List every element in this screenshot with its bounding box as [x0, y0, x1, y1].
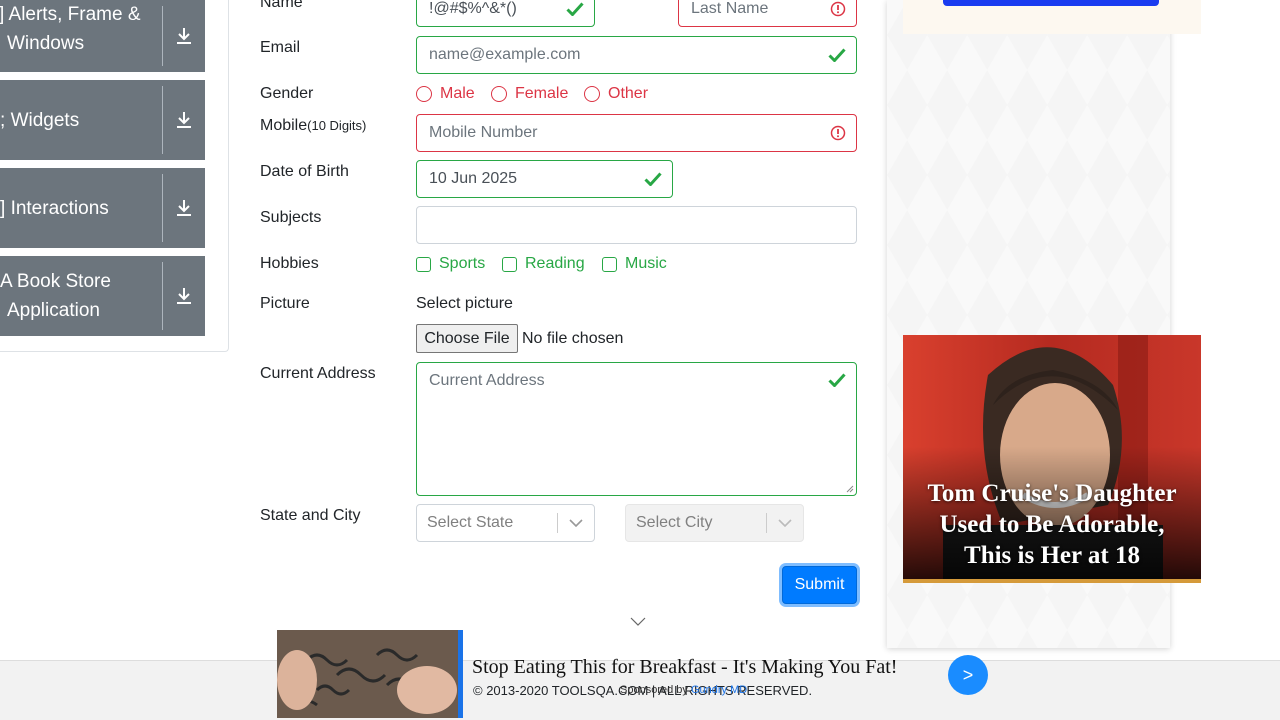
- left-sidebar: ] Alerts, Frame & Windows ; Widgets ] In…: [0, 0, 229, 352]
- bottom-ad-go-button[interactable]: >: [948, 655, 988, 695]
- hobby-reading-label[interactable]: Reading: [525, 255, 585, 273]
- bottom-ad-headline[interactable]: Stop Eating This for Breakfast - It's Ma…: [472, 656, 897, 679]
- sidebar-group-book-store-text2: Application: [7, 300, 100, 321]
- dob-input[interactable]: 10 Jun 2025: [416, 160, 673, 198]
- sidebar-group-book-store-label: A Book Store Application: [0, 267, 162, 325]
- radio-circle[interactable]: [416, 86, 432, 102]
- name-label: Name: [260, 0, 303, 11]
- top-ad-button[interactable]: [943, 0, 1159, 6]
- sidebar-group-alerts-text2: Windows: [7, 33, 85, 54]
- hobby-reading-checkbox[interactable]: Reading: [502, 255, 585, 273]
- error-icon: [830, 125, 846, 141]
- email-label: Email: [260, 39, 301, 56]
- sidebar-group-interactions-prefix: ]: [0, 197, 11, 219]
- mobile-input[interactable]: Mobile Number: [416, 114, 857, 152]
- download-icon[interactable]: [163, 287, 205, 305]
- dob-label: Date of Birth: [260, 163, 349, 180]
- checkbox-box[interactable]: [602, 256, 617, 272]
- dob-value: 10 Jun 2025: [429, 170, 518, 187]
- hobbies-label: Hobbies: [260, 255, 319, 272]
- chevron-down-icon[interactable]: [767, 519, 803, 527]
- state-city-label: State and City: [260, 507, 361, 524]
- sidebar-group-book-store-prefix: A: [0, 271, 17, 292]
- gender-other-radio[interactable]: Other: [584, 85, 648, 103]
- sidebar-group-widgets-text: Widgets: [10, 109, 80, 131]
- photo-ad-caption: Tom Cruise's Daughter Used to Be Adorabl…: [927, 480, 1177, 569]
- sidebar-group-interactions-text: Interactions: [10, 197, 109, 219]
- state-select[interactable]: Select State: [416, 504, 595, 542]
- error-icon: [830, 1, 846, 17]
- checkbox-box[interactable]: [416, 256, 431, 272]
- download-icon[interactable]: [163, 111, 205, 129]
- city-select[interactable]: Select City: [625, 504, 804, 542]
- sponsored-text: Sponsored by Gundry MD: [620, 684, 747, 696]
- email-input[interactable]: name@example.com: [416, 36, 857, 74]
- hobby-sports-label[interactable]: Sports: [439, 255, 485, 273]
- radio-circle[interactable]: [584, 86, 600, 102]
- mobile-placeholder: Mobile Number: [429, 124, 538, 141]
- current-address-label: Current Address: [260, 365, 376, 382]
- email-placeholder: name@example.com: [429, 46, 581, 63]
- no-file-text: No file chosen: [522, 330, 624, 347]
- check-icon: [828, 373, 846, 387]
- city-placeholder: Select City: [636, 514, 713, 531]
- sponsor-name[interactable]: Gundry MD: [691, 684, 747, 696]
- gender-other-label[interactable]: Other: [608, 85, 648, 103]
- check-icon: [828, 48, 846, 62]
- gender-female-label[interactable]: Female: [515, 85, 568, 103]
- current-address-placeholder: Current Address: [429, 372, 545, 389]
- sidebar-group-alerts-label: ] Alerts, Frame & Windows: [0, 0, 162, 58]
- picture-label: Picture: [260, 295, 310, 312]
- subjects-label: Subjects: [260, 209, 322, 226]
- chevron-down-icon[interactable]: [558, 519, 594, 527]
- select-picture-label: Select picture: [416, 295, 513, 312]
- gender-male-radio[interactable]: Male: [416, 85, 475, 103]
- subjects-input[interactable]: [416, 206, 857, 244]
- photo-ad[interactable]: Tom Cruise's Daughter Used to Be Adorabl…: [903, 335, 1201, 583]
- download-icon[interactable]: [163, 199, 205, 217]
- gender-male-label[interactable]: Male: [440, 85, 475, 103]
- hobby-music-label[interactable]: Music: [625, 255, 667, 273]
- hobby-sports-checkbox[interactable]: Sports: [416, 255, 485, 273]
- choose-file-button[interactable]: Choose File: [416, 324, 518, 353]
- mobile-hint: (10 Digits): [307, 118, 367, 133]
- sidebar-group-widgets[interactable]: ; Widgets: [0, 80, 205, 160]
- first-name-value: !@#$%^&*(): [429, 0, 517, 17]
- sidebar-group-alerts-text: Alerts, Frame &: [8, 4, 141, 25]
- state-placeholder: Select State: [427, 514, 514, 531]
- last-name-input[interactable]: Last Name: [678, 0, 857, 27]
- sponsored-prefix: Sponsored by: [620, 684, 688, 696]
- resize-handle-icon[interactable]: [846, 485, 854, 493]
- sidebar-group-book-store-text: Book Store: [16, 271, 111, 292]
- top-ad-banner[interactable]: [903, 0, 1201, 34]
- check-icon: [566, 1, 584, 16]
- checkbox-box[interactable]: [502, 256, 517, 272]
- sidebar-group-interactions[interactable]: ] Interactions: [0, 168, 205, 248]
- mobile-label-text: Mobile: [260, 117, 308, 134]
- bottom-ad-accent-bar: [458, 630, 463, 718]
- sidebar-group-widgets-prefix: ;: [0, 109, 11, 131]
- hobby-music-checkbox[interactable]: Music: [602, 255, 667, 273]
- first-name-input[interactable]: !@#$%^&*(): [416, 0, 595, 27]
- current-address-textarea[interactable]: Current Address: [416, 362, 857, 496]
- check-icon: [644, 172, 662, 186]
- sidebar-group-interactions-label: ] Interactions: [0, 194, 162, 223]
- sidebar-group-alerts-line1: ]: [0, 4, 9, 25]
- download-icon[interactable]: [163, 27, 205, 45]
- mobile-label: Mobile(10 Digits): [260, 117, 366, 135]
- sidebar-group-alerts[interactable]: ] Alerts, Frame & Windows: [0, 0, 205, 72]
- sidebar-group-book-store[interactable]: A Book Store Application: [0, 256, 205, 336]
- gender-female-radio[interactable]: Female: [491, 85, 568, 103]
- submit-button[interactable]: Submit: [782, 566, 857, 604]
- bottom-ad[interactable]: Stop Eating This for Breakfast - It's Ma…: [277, 630, 997, 718]
- bottom-ad-thumbnail: [277, 630, 458, 718]
- radio-circle[interactable]: [491, 86, 507, 102]
- gender-label: Gender: [260, 85, 314, 102]
- last-name-placeholder: Last Name: [691, 0, 769, 17]
- sidebar-group-widgets-label: ; Widgets: [0, 106, 162, 135]
